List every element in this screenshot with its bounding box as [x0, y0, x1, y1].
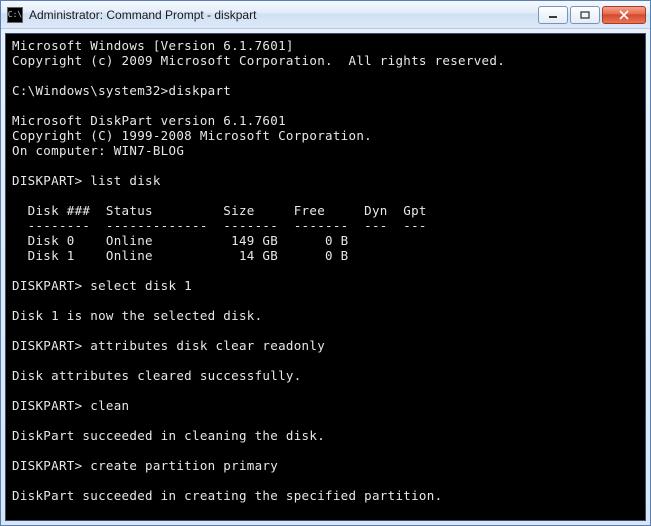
result-attributes-clear: Disk attributes cleared successfully.	[12, 368, 302, 383]
cmd-invoke-diskpart: C:\Windows\system32>diskpart	[12, 83, 231, 98]
minimize-button[interactable]	[538, 6, 568, 24]
diskpart-banner-1: Microsoft DiskPart version 6.1.7601	[12, 113, 286, 128]
titlebar[interactable]: C:\ Administrator: Command Prompt - disk…	[1, 1, 650, 29]
diskpart-banner-3: On computer: WIN7-BLOG	[12, 143, 184, 158]
disk-table-row-1: Disk 1 Online 14 GB 0 B	[12, 248, 349, 263]
disk-table-header: Disk ### Status Size Free Dyn Gpt	[12, 203, 427, 218]
window-controls	[538, 6, 646, 24]
os-banner-line2: Copyright (c) 2009 Microsoft Corporation…	[12, 53, 505, 68]
window-title: Administrator: Command Prompt - diskpart	[29, 8, 538, 22]
close-button[interactable]	[602, 6, 646, 24]
prompt-create-partition: DISKPART> create partition primary	[12, 458, 278, 473]
terminal-output[interactable]: Microsoft Windows [Version 6.1.7601] Cop…	[5, 33, 646, 521]
command-prompt-window: C:\ Administrator: Command Prompt - disk…	[0, 0, 651, 526]
result-select-disk: Disk 1 is now the selected disk.	[12, 308, 262, 323]
diskpart-banner-2: Copyright (C) 1999-2008 Microsoft Corpor…	[12, 128, 372, 143]
prompt-select-disk: DISKPART> select disk 1	[12, 278, 192, 293]
prompt-list-disk: DISKPART> list disk	[12, 173, 161, 188]
prompt-attributes-clear: DISKPART> attributes disk clear readonly	[12, 338, 325, 353]
cmd-icon: C:\	[7, 7, 23, 23]
prompt-format: DISKPART> format fs=fat32	[12, 518, 208, 521]
disk-table-rule: -------- ------------- ------- ------- -…	[12, 218, 427, 233]
disk-table-row-0: Disk 0 Online 149 GB 0 B	[12, 233, 349, 248]
result-clean: DiskPart succeeded in cleaning the disk.	[12, 428, 325, 443]
os-banner-line1: Microsoft Windows [Version 6.1.7601]	[12, 38, 294, 53]
result-create-partition: DiskPart succeeded in creating the speci…	[12, 488, 442, 503]
prompt-clean: DISKPART> clean	[12, 398, 129, 413]
maximize-button[interactable]	[570, 6, 600, 24]
